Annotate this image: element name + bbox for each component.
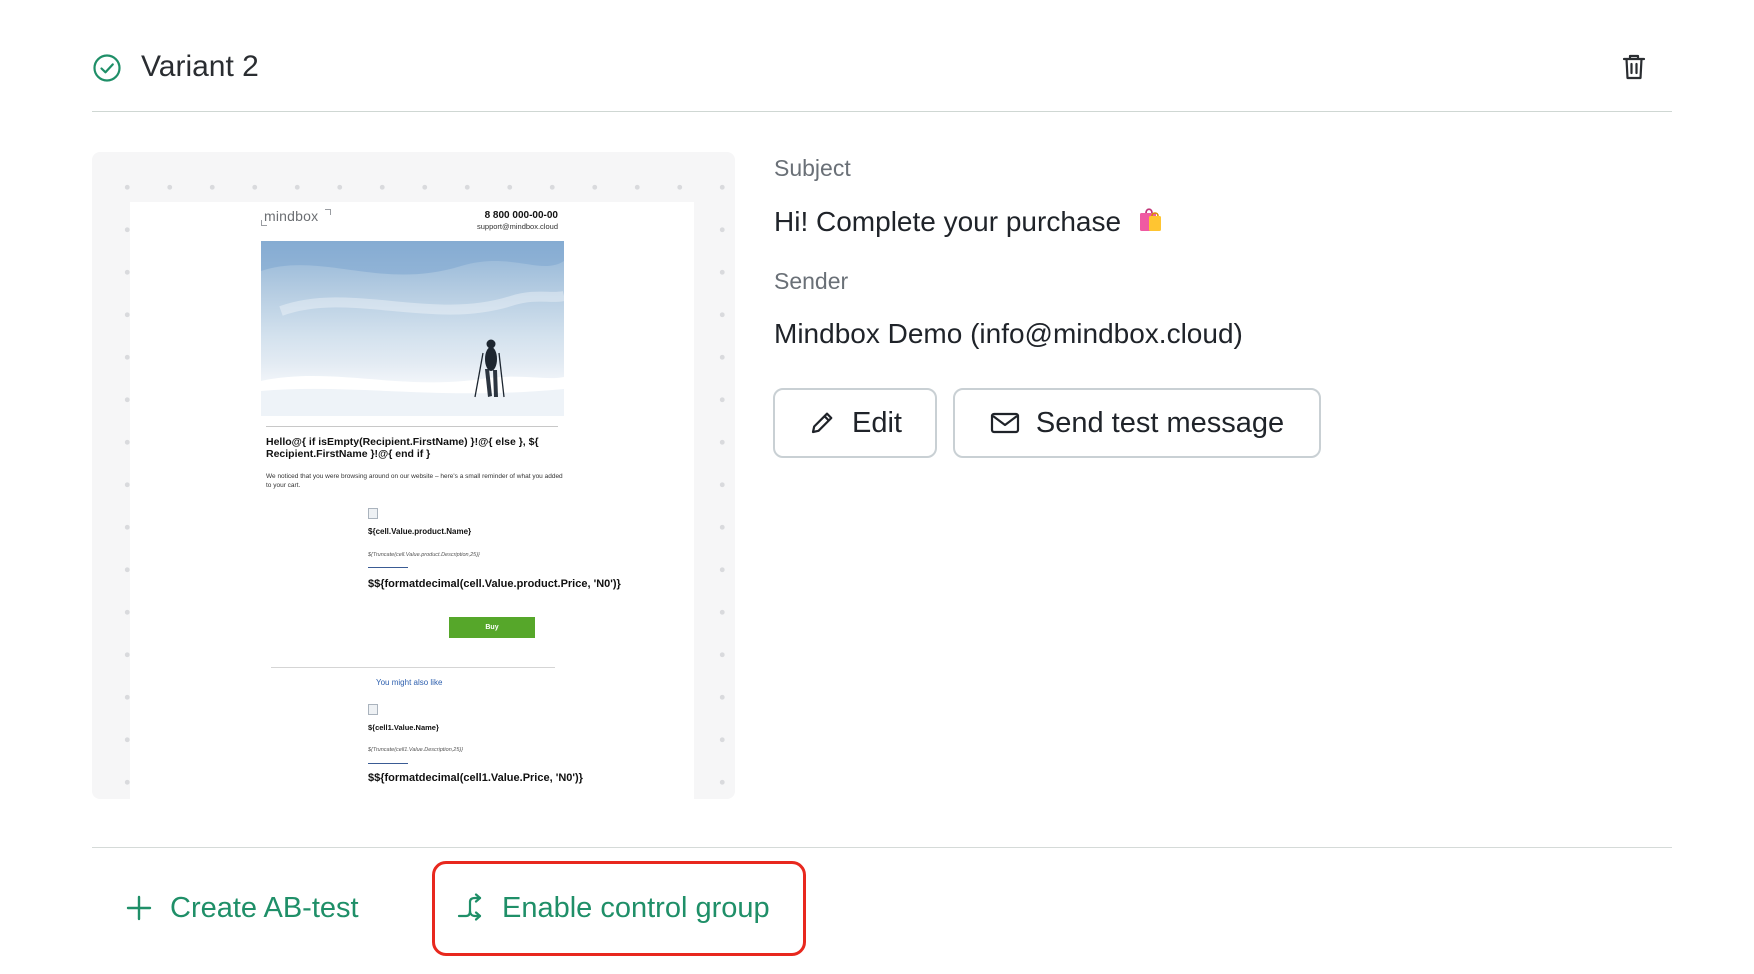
email-body: mindbox 8 800 000-00-00 support@mindbox.…: [130, 202, 694, 799]
hero-image: [261, 241, 564, 416]
recommendation-underline: [368, 763, 408, 764]
shopping-bags-icon: [1139, 208, 1161, 231]
header-divider: [92, 111, 1672, 112]
check-circle-icon: [93, 54, 121, 82]
brand-logo: mindbox: [264, 208, 319, 224]
send-test-label: Send test message: [1035, 406, 1285, 439]
recommendation-description: ${Truncate(cell1.Value.Description,25)}: [368, 747, 464, 753]
highlight-frame: [432, 861, 806, 956]
buy-button: Buy: [449, 617, 535, 638]
plus-icon: [126, 895, 152, 921]
logo-corner-left: [261, 220, 267, 226]
edit-label: Edit: [852, 406, 902, 439]
also-like-heading: You might also like: [376, 678, 443, 687]
pencil-icon: [811, 412, 833, 434]
product-name: ${cell.Value.product.Name}: [368, 527, 472, 536]
recommendation-price: $${formatdecimal(cell1.Value.Price, 'N0'…: [368, 772, 583, 784]
send-test-message-button[interactable]: Send test message: [953, 388, 1321, 458]
product-image-placeholder: [368, 508, 378, 519]
subject-label: Subject: [774, 155, 851, 181]
support-email: support@mindbox.cloud: [477, 222, 558, 231]
mail-icon: [990, 412, 1019, 434]
create-ab-test-label: Create AB-test: [170, 891, 359, 924]
edit-button[interactable]: Edit: [773, 388, 937, 458]
product-underline: [368, 567, 408, 568]
trash-icon[interactable]: [1620, 52, 1648, 82]
sender-label: Sender: [774, 268, 849, 294]
recommendation-image-placeholder: [368, 704, 378, 715]
email-intro: We noticed that you were browsing around…: [266, 473, 563, 489]
sender-value: Mindbox Demo (info@mindbox.cloud): [774, 318, 1243, 349]
variant-title: Variant 2: [141, 50, 259, 83]
product-price: $${formatdecimal(cell.Value.product.Pric…: [368, 578, 621, 590]
subject-value-row: Hi! Complete your purchase: [774, 204, 1165, 238]
email-separator-2: [271, 667, 555, 668]
product-description: ${Truncate(cell.Value.product.Descriptio…: [368, 552, 480, 558]
email-separator: [266, 426, 558, 427]
support-phone: 8 800 000-00-00: [484, 210, 558, 221]
logo-corner-right: [325, 209, 331, 215]
create-ab-test-button[interactable]: Create AB-test: [126, 883, 359, 933]
email-preview[interactable]: mindbox 8 800 000-00-00 support@mindbox.…: [92, 152, 735, 799]
footer-divider: [92, 847, 1672, 848]
subject-value: Hi! Complete your purchase: [774, 206, 1122, 237]
recommendation-name: ${cell1.Value.Name}: [368, 723, 439, 732]
email-greeting: Hello@{ if isEmpty(Recipient.FirstName) …: [266, 436, 539, 460]
